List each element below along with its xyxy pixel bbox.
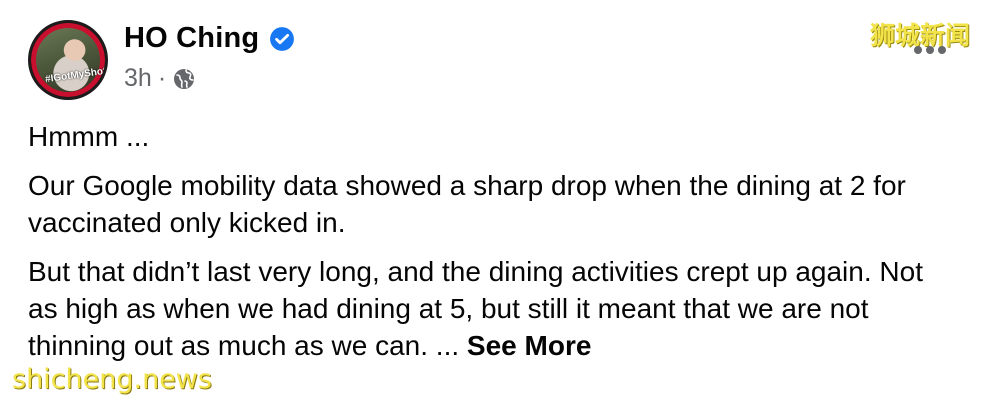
post-timestamp[interactable]: 3h (124, 64, 152, 93)
post-paragraph: Hmmm ... (28, 121, 150, 152)
meta-separator: · (157, 64, 167, 92)
see-more-link[interactable]: See More (467, 330, 592, 361)
more-dot (926, 46, 934, 54)
more-options-icon[interactable] (914, 46, 946, 54)
verified-badge-icon (269, 26, 295, 52)
more-dot (938, 46, 946, 54)
author-name[interactable]: HO Ching (124, 22, 259, 55)
post-text: Hmmm ... Our Google mobility data showed… (28, 118, 958, 376)
avatar-frame-ring (31, 23, 105, 97)
more-dot (914, 46, 922, 54)
globe-icon[interactable] (172, 67, 196, 91)
author-avatar[interactable]: #IGotMyShot (28, 20, 108, 100)
watermark-bottom-left: shicheng.news (12, 364, 212, 395)
post-paragraph: Our Google mobility data showed a sharp … (28, 170, 906, 238)
post-paragraph: But that didn’t last very long, and the … (28, 253, 958, 364)
author-header: HO Ching (124, 22, 295, 55)
post-meta: 3h · (124, 64, 196, 93)
